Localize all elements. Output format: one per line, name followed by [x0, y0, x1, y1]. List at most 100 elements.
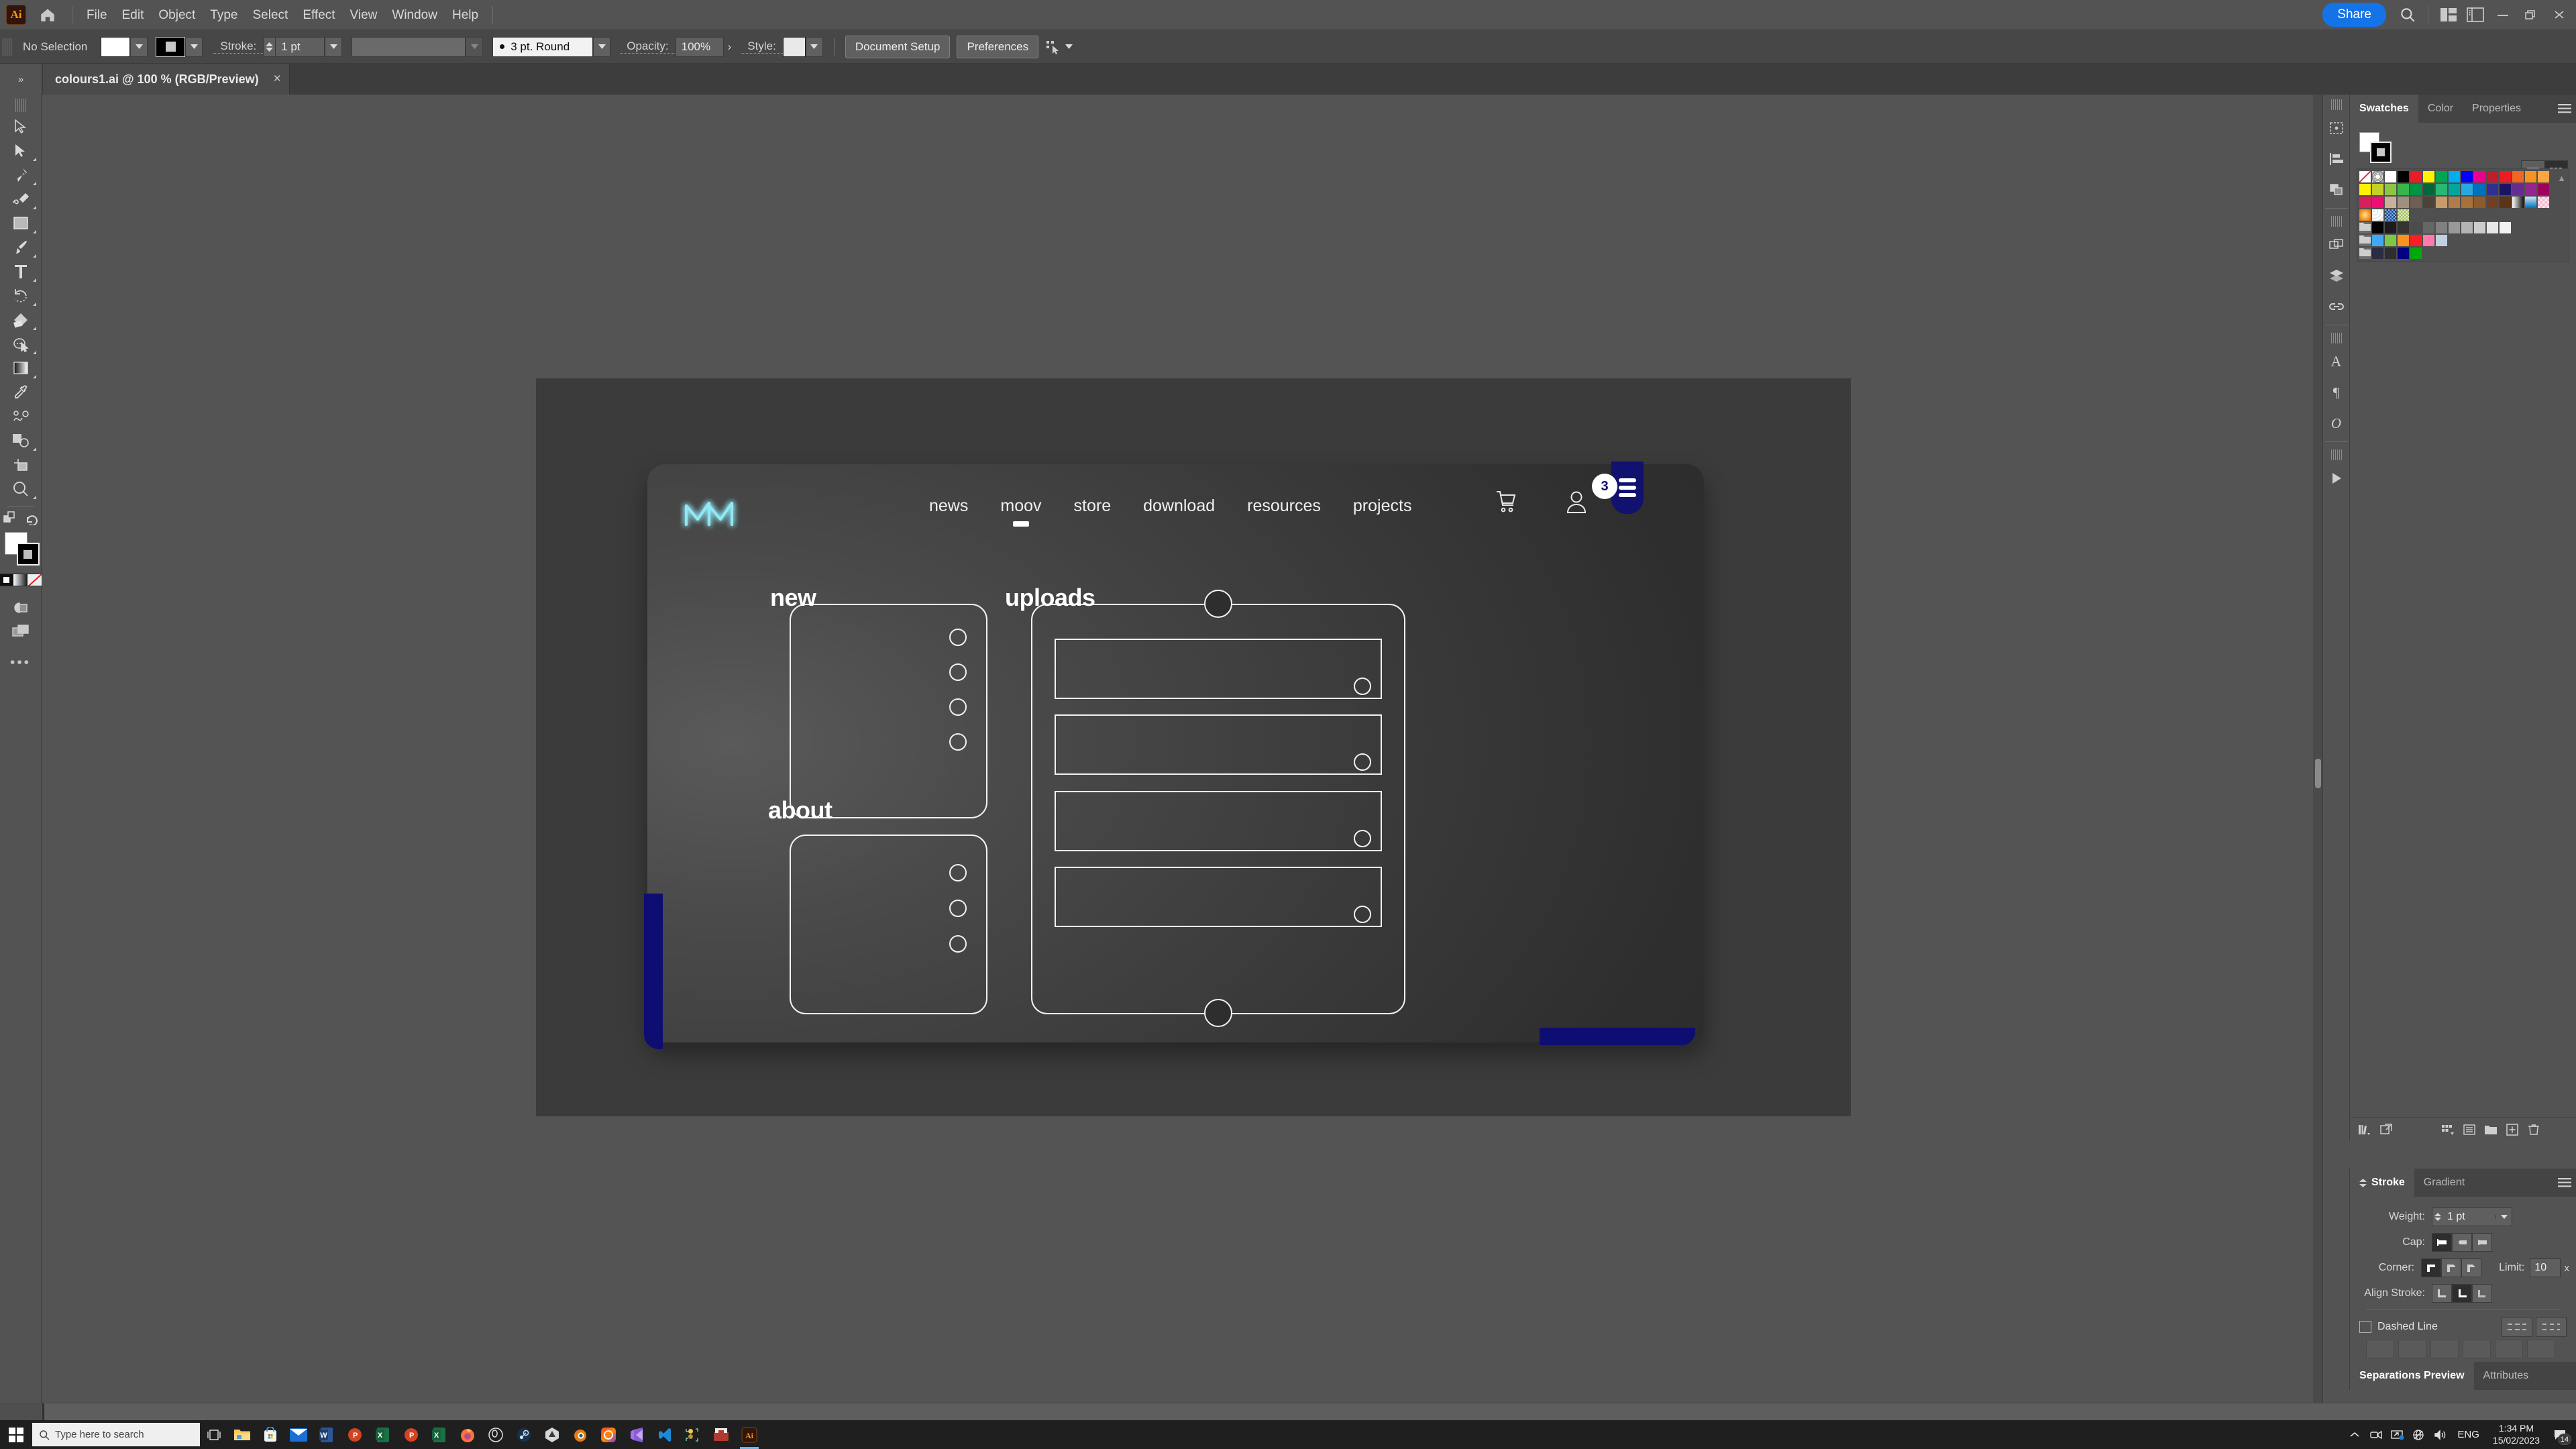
- upload-row-3-dot[interactable]: [1354, 830, 1371, 847]
- stroke-weight-field[interactable]: 1 pt: [2432, 1208, 2512, 1226]
- user-icon[interactable]: [1565, 490, 1588, 519]
- swatch-ffffff[interactable]: [2384, 170, 2397, 183]
- swatch-0000ff[interactable]: [2461, 170, 2473, 183]
- align-center-icon[interactable]: [2432, 1284, 2452, 1303]
- canvas-vertical-scrollbar[interactable]: [2313, 95, 2322, 1403]
- swatch-808080[interactable]: [2435, 221, 2448, 234]
- swatch-4c4c4c[interactable]: [2410, 221, 2422, 234]
- graphic-style-swatch[interactable]: [782, 36, 806, 57]
- gradient-tool[interactable]: [3, 356, 38, 380]
- powerpoint-icon-2[interactable]: P: [397, 1420, 425, 1449]
- show-swatch-kinds-icon[interactable]: [2438, 1120, 2457, 1139]
- dash-field-3[interactable]: [2495, 1340, 2523, 1358]
- stroke-weight-value[interactable]: 1 pt: [275, 36, 325, 57]
- swatch-group-folder-icon[interactable]: [2359, 234, 2371, 247]
- selection-tool[interactable]: [3, 115, 38, 139]
- links-icon[interactable]: [2324, 291, 2349, 322]
- swatches-stroke-box[interactable]: [2370, 142, 2392, 163]
- variable-width-profile-control[interactable]: [352, 36, 484, 57]
- layers-icon[interactable]: [2324, 260, 2349, 291]
- preferences-button[interactable]: Preferences: [957, 35, 1039, 58]
- variable-width-chevron-down-icon[interactable]: [466, 36, 484, 57]
- projecting-cap-icon[interactable]: [2472, 1233, 2492, 1252]
- figma-icon[interactable]: [679, 1420, 707, 1449]
- swatch-00a79d[interactable]: [2448, 183, 2461, 196]
- dash-field-2[interactable]: [2430, 1340, 2459, 1358]
- share-button[interactable]: Share: [2322, 3, 2386, 27]
- swatch-libraries-icon[interactable]: [2355, 1120, 2374, 1139]
- network-icon[interactable]: [2409, 1420, 2429, 1449]
- swatch-2b2b42[interactable]: [2371, 247, 2384, 260]
- fill-control[interactable]: [101, 36, 148, 57]
- preserve-exact-dash-icon[interactable]: [2502, 1317, 2532, 1337]
- excel-icon[interactable]: X: [369, 1420, 397, 1449]
- tools-panel-grip[interactable]: [15, 99, 26, 112]
- swatch-d81e5b[interactable]: [2359, 196, 2371, 209]
- draw-mode-icon[interactable]: [3, 596, 38, 620]
- tab-gradient[interactable]: Gradient: [2414, 1169, 2474, 1197]
- swatch-999999[interactable]: [2448, 221, 2461, 234]
- align-outside-icon[interactable]: [2472, 1284, 2492, 1303]
- swatch-006838[interactable]: [2422, 183, 2435, 196]
- fill-stroke-indicator[interactable]: [3, 532, 40, 568]
- workspace-switcher-icon[interactable]: [2462, 1, 2489, 28]
- tab-swatches[interactable]: Swatches: [2350, 95, 2418, 123]
- unity-icon[interactable]: [538, 1420, 566, 1449]
- free-transform-tool[interactable]: [3, 429, 38, 453]
- tab-separations-preview[interactable]: Separations Preview: [2350, 1362, 2474, 1390]
- excel-icon-2[interactable]: X: [425, 1420, 453, 1449]
- brush-definition-control[interactable]: 3 pt. Round: [492, 36, 611, 57]
- stroke-dropdown-chevron-down-icon[interactable]: [185, 36, 203, 57]
- swatch-000000[interactable]: [2397, 170, 2410, 183]
- opacity-expand-icon[interactable]: ›: [724, 40, 736, 54]
- dock-grip-3[interactable]: [2330, 333, 2342, 343]
- swatch-f2f2f2[interactable]: [2499, 221, 2512, 234]
- panel-new-dot-1[interactable]: [949, 629, 967, 646]
- swatch-000080[interactable]: [2397, 247, 2410, 260]
- swatch-2e2e2e[interactable]: [2384, 247, 2397, 260]
- swatch-3fa9f5[interactable]: [2371, 234, 2384, 247]
- stroke-weight-stepper[interactable]: [263, 36, 276, 57]
- upload-row-1[interactable]: [1055, 639, 1382, 699]
- blend-tool[interactable]: [3, 405, 38, 429]
- fill-dropdown-chevron-down-icon[interactable]: [130, 36, 148, 57]
- direct-selection-tool[interactable]: [3, 139, 38, 163]
- swatch-ed1c24[interactable]: [2410, 170, 2422, 183]
- swatch-333333[interactable]: [2397, 221, 2410, 234]
- swatch-pattern-dots[interactable]: [2371, 209, 2384, 221]
- actions-icon[interactable]: [2324, 463, 2349, 494]
- pathfinder-icon[interactable]: [2324, 174, 2349, 205]
- swatch-a0907f[interactable]: [2397, 196, 2410, 209]
- swatch-39b54a[interactable]: [2397, 183, 2410, 196]
- creative-cloud-icon[interactable]: [594, 1420, 623, 1449]
- swatch-f7931e[interactable]: [2397, 234, 2410, 247]
- uploads-scroll-handle-bottom[interactable]: [1204, 999, 1232, 1027]
- word-icon[interactable]: W: [313, 1420, 341, 1449]
- swatch-registration[interactable]: [2371, 170, 2384, 183]
- stroke-swatch[interactable]: [156, 36, 186, 57]
- stroke-weight-label[interactable]: Stroke:: [213, 40, 264, 54]
- swatches-collapse-chevron-up-icon[interactable]: ▲: [2557, 173, 2566, 183]
- swatch-000000[interactable]: [2371, 221, 2384, 234]
- swatch-gradient-orange-radial[interactable]: [2359, 209, 2371, 221]
- weight-chevron-down-icon[interactable]: [2496, 1215, 2512, 1219]
- swatch-00a651[interactable]: [2435, 170, 2448, 183]
- new-color-group-icon[interactable]: [2481, 1120, 2500, 1139]
- nav-item-download[interactable]: download: [1127, 496, 1231, 516]
- align-icon[interactable]: [2324, 144, 2349, 174]
- swatch-4d4338[interactable]: [2422, 196, 2435, 209]
- graphic-style-chevron-down-icon[interactable]: [805, 36, 823, 57]
- task-view-icon[interactable]: [200, 1420, 228, 1449]
- align-dashes-icon[interactable]: [2536, 1317, 2567, 1337]
- microsoft-store-icon[interactable]: [256, 1420, 284, 1449]
- artboards-icon[interactable]: [2324, 113, 2349, 144]
- paragraph-icon[interactable]: ¶: [2324, 377, 2349, 408]
- swatch-pattern-green-leaf[interactable]: [2397, 209, 2410, 221]
- nav-item-news[interactable]: news: [913, 496, 984, 516]
- dock-grip-4[interactable]: [2330, 449, 2342, 460]
- toolbox-icon[interactable]: [707, 1420, 735, 1449]
- graphic-style-control[interactable]: [782, 36, 823, 57]
- opacity-value[interactable]: 100%: [675, 36, 724, 57]
- gap-field-3[interactable]: [2527, 1340, 2555, 1358]
- type-tool[interactable]: [3, 260, 38, 284]
